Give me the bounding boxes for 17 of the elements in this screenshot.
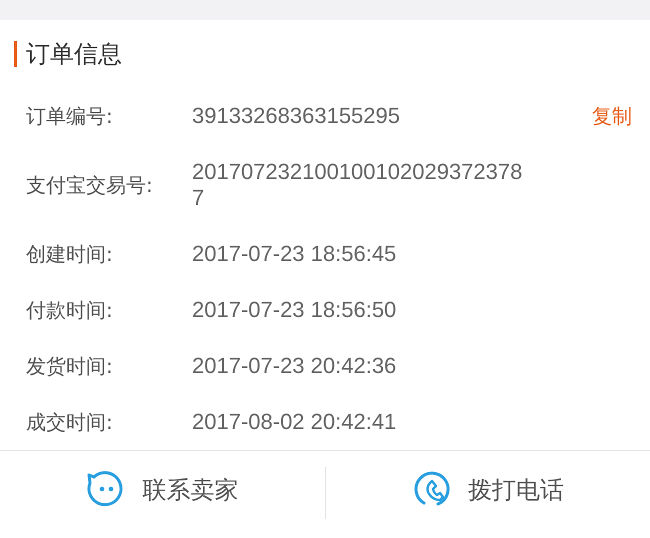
field-value: 2017072321001001020293723787	[192, 159, 524, 211]
field-label: 支付宝交易号:	[26, 172, 154, 198]
call-button[interactable]: 拨打电话	[326, 451, 650, 529]
field-value: 2017-07-23 18:56:50	[192, 297, 398, 323]
section-title: 订单信息	[26, 39, 122, 70]
field-label: 付款时间:	[26, 297, 114, 323]
field-label: 订单编号:	[26, 103, 114, 129]
field-label: 成交时间:	[26, 409, 114, 435]
field-value: 2017-07-23 20:42:36	[192, 353, 398, 379]
accent-bar	[14, 41, 17, 67]
field-value: 2017-07-23 18:56:45	[192, 241, 398, 267]
chat-bubble-icon	[86, 471, 124, 509]
field-value: 2017-08-02 20:42:41	[192, 409, 398, 435]
field-value: 39133268363155295	[192, 103, 402, 129]
field-label: 发货时间:	[26, 353, 114, 379]
contact-button[interactable]: 联系卖家	[0, 451, 324, 529]
field-label: 创建时间:	[26, 241, 114, 267]
